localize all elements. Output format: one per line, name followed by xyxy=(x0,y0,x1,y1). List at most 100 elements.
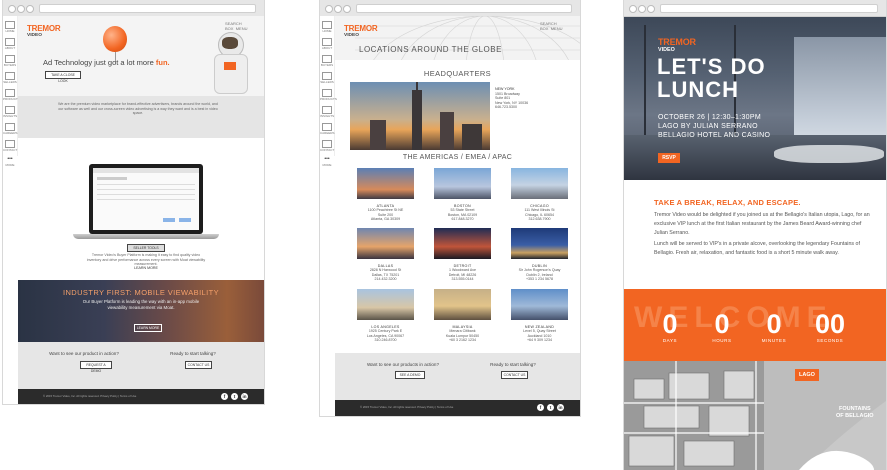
office-card: DUBLIN Sir John Rogerson's Quay Dublin 2, … xyxy=(518,264,561,282)
facebook-icon[interactable]: f xyxy=(221,393,228,400)
office-photo-atlanta[interactable] xyxy=(357,168,414,199)
office-photo-detroit[interactable] xyxy=(434,228,491,259)
sidebar-item[interactable]: CONTACT xyxy=(3,140,17,152)
sidebar-item[interactable]: PRODUCTS xyxy=(320,89,337,101)
sidebar-item[interactable]: HOME xyxy=(3,21,17,33)
window-dot[interactable] xyxy=(325,5,333,13)
section-title: TAKE A BREAK, RELAX, AND ESCAPE. xyxy=(654,198,801,207)
sellers-icon xyxy=(5,72,15,80)
careers-icon xyxy=(322,123,332,131)
twitter-icon[interactable]: t xyxy=(547,404,554,411)
regions-heading: THE AMERICAS / EMEA / APAC xyxy=(402,154,513,161)
office-photo-los-angeles[interactable] xyxy=(357,289,414,320)
address-bar[interactable] xyxy=(39,4,256,13)
tremor-logo[interactable]: TREMOR VIDEO xyxy=(344,24,378,38)
sidebar-item[interactable]: BUYERS xyxy=(320,55,334,67)
sidebar-item[interactable]: CONTACT xyxy=(320,140,334,152)
banner-learn-more-button[interactable]: LEARN MORE xyxy=(134,324,162,332)
twitter-icon[interactable]: t xyxy=(231,393,238,400)
office-photo-chicago[interactable] xyxy=(511,168,568,199)
insights-icon xyxy=(322,106,332,114)
contact-icon xyxy=(322,140,332,148)
window-dot[interactable] xyxy=(629,5,637,13)
banner-text: Our Buyer Platform is leading the way wi… xyxy=(82,299,200,310)
about-icon xyxy=(322,38,332,46)
hero-headline: Ad Technology just got a lot more fun. xyxy=(43,58,170,67)
cta-right-question: Ready to start talking? xyxy=(490,362,536,367)
office-photo-dublin[interactable] xyxy=(511,228,568,259)
browser-chrome xyxy=(320,0,580,17)
insights-icon xyxy=(5,106,15,114)
nav-menu[interactable]: MENU xyxy=(236,26,248,31)
office-photo-malaysia[interactable] xyxy=(434,289,491,320)
rsvp-button[interactable]: RSVP xyxy=(658,153,680,163)
contact-us-button[interactable]: CONTACT US xyxy=(501,371,528,379)
request-demo-button[interactable]: REQUEST A DEMO xyxy=(80,361,112,373)
sidebar-item[interactable]: ••• MORE xyxy=(320,157,334,167)
sidebar-item[interactable]: SELLERS xyxy=(3,72,17,84)
seller-tools-button[interactable]: SELLER TOOLS xyxy=(127,244,165,252)
sidebar-item[interactable]: HOME xyxy=(320,21,334,33)
linkedin-icon[interactable]: in xyxy=(241,393,248,400)
locations-page-mockup: HOME ABOUT BUYERS SELLERS PRODUCTS INSIG… xyxy=(320,0,580,416)
homepage-mockup: HOME ABOUT BUYERS SELLERS PRODUCTS INSIG… xyxy=(3,0,264,404)
sidebar-item[interactable]: INSIGHTS xyxy=(3,106,17,118)
window-dot[interactable] xyxy=(638,5,646,13)
window-dot[interactable] xyxy=(17,5,25,13)
contact-us-button[interactable]: CONTACT US xyxy=(185,361,212,369)
buyers-icon xyxy=(5,55,15,63)
fountains-map-label: FOUNTAINS OF BELLAGIO xyxy=(836,406,874,419)
sidebar-item[interactable]: SELLERS xyxy=(320,72,334,84)
invite-paragraph-2: Lunch will be served to VIP's in a priva… xyxy=(654,241,860,256)
top-nav: SEARCH BOX MENU xyxy=(225,21,264,31)
countdown-minutes: 0 MINUTES xyxy=(761,309,787,343)
address-bar[interactable] xyxy=(356,4,572,13)
window-dot[interactable] xyxy=(8,5,16,13)
office-photo-new-zealand[interactable] xyxy=(511,289,568,320)
sidebar-item[interactable]: ABOUT xyxy=(3,38,17,50)
hq-heading: HEADQUARTERS xyxy=(423,69,492,78)
sidebar-item[interactable]: BUYERS xyxy=(3,55,17,67)
office-card: MALAYSIA Menara Citibank Kuala Lumpur 5045… xyxy=(445,325,480,343)
lago-map-pin[interactable]: LAGO xyxy=(795,369,819,381)
nav-menu[interactable]: MENU xyxy=(551,26,563,31)
product-learn-more-link[interactable]: LEARN MORE xyxy=(131,266,161,271)
products-icon xyxy=(322,89,332,97)
office-photo-boston[interactable] xyxy=(434,168,491,199)
sidebar-item[interactable]: INSIGHTS xyxy=(320,106,334,118)
footer-text: © 2015 Tremor Video, Inc. All rights res… xyxy=(43,394,137,398)
sidebar-item[interactable]: ••• MORE xyxy=(3,157,17,167)
cta-band xyxy=(335,353,580,400)
office-photo-dallas[interactable] xyxy=(357,228,414,259)
countdown-seconds: 00 SECONDS xyxy=(814,309,846,343)
facebook-icon[interactable]: f xyxy=(537,404,544,411)
sidebar-item[interactable]: CAREERS xyxy=(320,123,335,135)
linkedin-icon[interactable]: in xyxy=(557,404,564,411)
sidebar: HOME ABOUT BUYERS SELLERS PRODUCTS INSIG… xyxy=(320,16,337,167)
tremor-logo[interactable]: TREMOR VIDEO xyxy=(27,24,61,38)
top-nav: SEARCH BOX MENU xyxy=(540,21,580,31)
window-dot[interactable] xyxy=(343,5,351,13)
window-dot[interactable] xyxy=(647,5,655,13)
invite-paragraph-1: Tremor Video would be delighted if you j… xyxy=(654,212,870,236)
window-dot[interactable] xyxy=(26,5,34,13)
cta-right-question: Ready to start talking? xyxy=(170,351,216,356)
take-a-close-look-button[interactable]: TAKE A CLOSE LOOK xyxy=(45,71,81,83)
tremor-logo[interactable]: TREMOR VIDEO xyxy=(658,37,696,53)
office-card: CHICAGO 111 West Illinois St Chicago, IL 6… xyxy=(524,204,555,222)
cta-band xyxy=(18,342,264,389)
sellers-icon xyxy=(322,72,332,80)
contact-icon xyxy=(5,140,15,148)
laptop-image xyxy=(86,164,206,236)
address-bar[interactable] xyxy=(660,4,878,13)
about-icon xyxy=(5,38,15,46)
sidebar-item[interactable]: CAREERS xyxy=(3,123,18,135)
office-card: DETROIT 1 Woodward Ave Detroit, MI 48226 31… xyxy=(448,264,477,282)
sidebar-item[interactable]: ABOUT xyxy=(320,38,334,50)
headline-line-1: LET'S DO xyxy=(657,54,766,79)
sidebar-item[interactable]: PRODUCTS xyxy=(3,89,20,101)
balloon-image xyxy=(103,26,127,52)
window-dot[interactable] xyxy=(334,5,342,13)
headline-line-2: LUNCH xyxy=(657,77,739,102)
see-demo-button[interactable]: SEE A DEMO xyxy=(395,371,425,379)
